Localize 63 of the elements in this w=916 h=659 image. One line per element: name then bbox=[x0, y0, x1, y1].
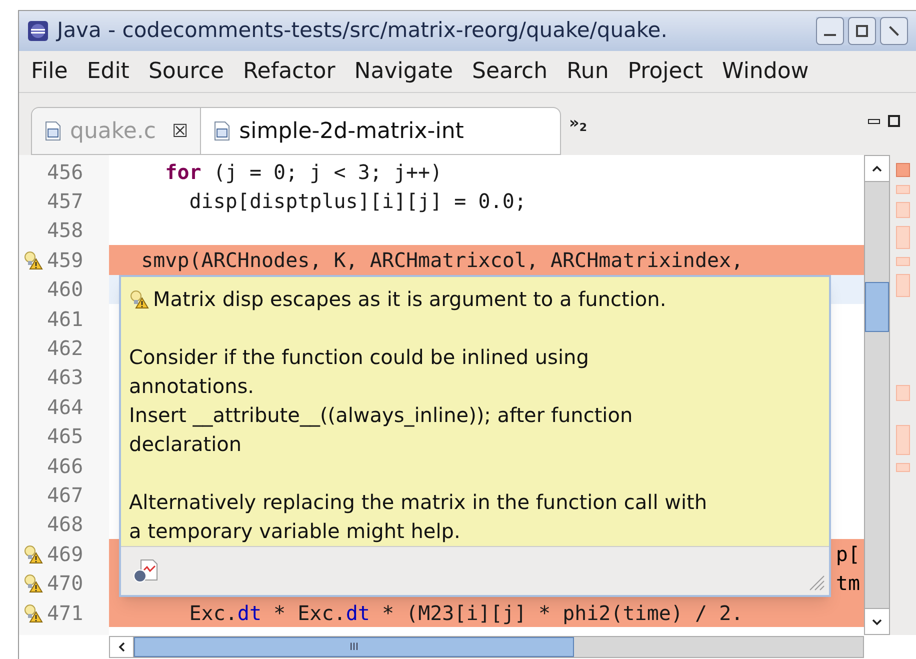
code-line: for (j = 0; j < 3; j++) bbox=[164, 158, 444, 186]
line-number: 463 bbox=[47, 364, 84, 392]
line-number: 471 bbox=[47, 600, 84, 627]
line-number: 461 bbox=[47, 306, 84, 333]
restore-icon[interactable] bbox=[888, 115, 900, 127]
menu-item[interactable]: Project bbox=[628, 55, 704, 88]
annotation-marker[interactable] bbox=[896, 274, 910, 297]
annotation-marker[interactable] bbox=[896, 385, 910, 401]
menu-item[interactable]: Navigate bbox=[354, 55, 453, 88]
vertical-scrollbar[interactable] bbox=[864, 155, 890, 635]
c-file-icon bbox=[44, 121, 62, 141]
line-number: 457 bbox=[47, 188, 84, 216]
line-number: 470 bbox=[47, 570, 84, 598]
lightbulb-warning-icon bbox=[23, 544, 43, 564]
menu-item[interactable]: Refactor bbox=[243, 55, 336, 88]
line-number: 469 bbox=[47, 540, 84, 568]
editor-tab[interactable]: quake.c ☒ bbox=[32, 108, 202, 154]
hover-text: Matrix disp escapes as it is argument to a function. bbox=[153, 286, 666, 313]
lightbulb-warning-icon bbox=[23, 602, 43, 623]
line-number: 466 bbox=[47, 452, 84, 480]
code-line: disp[disptplus][i][j] = 0.0; bbox=[188, 188, 528, 216]
editor-tab[interactable]: simple-2d-matrix-int bbox=[201, 108, 476, 154]
line-number: 458 bbox=[47, 217, 84, 244]
scroll-thumb[interactable]: III bbox=[134, 637, 574, 657]
horizontal-scrollbar[interactable]: III bbox=[109, 636, 864, 658]
annotation-marker[interactable] bbox=[896, 425, 910, 455]
line-number: 459 bbox=[47, 246, 84, 274]
tab-label: simple-2d-matrix-int bbox=[239, 118, 464, 146]
annotation-marker[interactable] bbox=[896, 226, 910, 249]
eclipse-logo-icon bbox=[27, 20, 49, 42]
minimize-icon[interactable] bbox=[816, 17, 844, 45]
tab-label: quake.c bbox=[70, 118, 156, 146]
error-overview-icon bbox=[896, 163, 910, 177]
menu-item[interactable]: Source bbox=[148, 55, 224, 88]
window-title: Java - codecomments-tests/src/matrix-reorg/quake/quake. bbox=[57, 17, 668, 44]
annotation-marker[interactable] bbox=[896, 202, 910, 218]
line-number: 468 bbox=[47, 511, 84, 538]
line-number: 464 bbox=[47, 394, 84, 421]
minimize-icon[interactable] bbox=[868, 119, 880, 124]
menu-item[interactable]: Edit bbox=[86, 55, 130, 88]
maximize-icon[interactable] bbox=[848, 17, 876, 45]
c-file-icon bbox=[213, 121, 232, 141]
menu-item[interactable]: Search bbox=[472, 55, 548, 88]
line-number: 462 bbox=[47, 335, 84, 362]
line-number: 467 bbox=[47, 482, 84, 509]
line-number: 456 bbox=[47, 158, 84, 186]
hover-text: Consider if the function could be inlined using annotations. Insert __attribute__((always_inline)); after function declaration bbox=[129, 344, 633, 458]
lightbulb-warning-icon bbox=[23, 573, 43, 594]
annotation-marker[interactable] bbox=[896, 257, 910, 266]
line-number: 460 bbox=[47, 276, 84, 304]
resize-grip-icon[interactable] bbox=[807, 573, 825, 591]
hover-text: Alternatively replacing the matrix in the function call with a temporary variable might help. bbox=[129, 489, 708, 545]
menu-item[interactable]: Window bbox=[722, 55, 809, 88]
annotation-marker[interactable] bbox=[896, 463, 910, 472]
tab-overflow[interactable]: »$_{2}$ bbox=[569, 111, 587, 135]
annotation-marker[interactable] bbox=[896, 185, 910, 194]
line-number: 465 bbox=[47, 423, 84, 450]
menu-item[interactable]: File bbox=[31, 55, 68, 88]
menu-item[interactable]: Run bbox=[566, 55, 609, 88]
lightbulb-warning-icon bbox=[129, 289, 149, 309]
lightbulb-warning-icon bbox=[23, 250, 43, 270]
scroll-thumb[interactable] bbox=[865, 282, 889, 332]
close-tab-icon[interactable]: ☒ bbox=[172, 118, 188, 144]
